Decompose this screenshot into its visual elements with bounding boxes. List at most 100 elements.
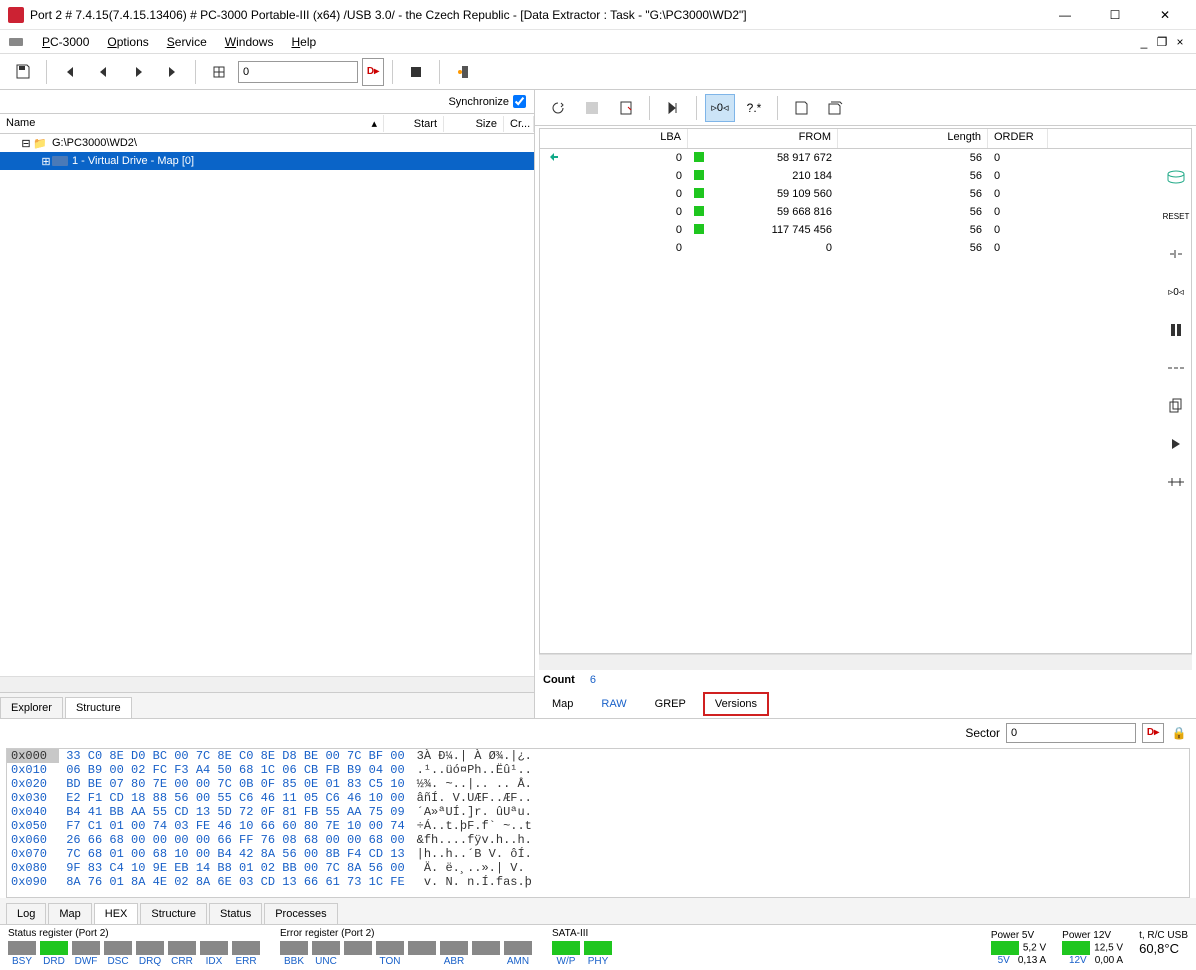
next-button[interactable]: [123, 58, 153, 86]
reset-icon[interactable]: RESET: [1162, 202, 1190, 230]
rtable-hscroll[interactable]: [539, 654, 1192, 670]
toolbar-offset-input[interactable]: [238, 61, 358, 83]
btab-log[interactable]: Log: [6, 903, 46, 924]
col-length[interactable]: Length: [838, 129, 988, 148]
save-button[interactable]: [8, 58, 38, 86]
copy-icon[interactable]: [1162, 392, 1190, 420]
menu-app-icon: [8, 34, 24, 50]
refresh-button[interactable]: [543, 94, 573, 122]
table-row[interactable]: 0 210 184 56 0: [540, 167, 1191, 185]
connector2-icon[interactable]: [1162, 354, 1190, 382]
btab-status[interactable]: Status: [209, 903, 262, 924]
prev-button[interactable]: [89, 58, 119, 86]
table-row[interactable]: 0 59 109 560 56 0: [540, 185, 1191, 203]
col-from[interactable]: FROM: [688, 129, 838, 148]
last-button[interactable]: [157, 58, 187, 86]
first-button[interactable]: [55, 58, 85, 86]
stop-button[interactable]: [401, 58, 431, 86]
maximize-button[interactable]: ☐: [1092, 1, 1138, 29]
main-area: Synchronize Name▴ Start Size Cr... ⊟ 📁 G…: [0, 90, 1196, 718]
table-row[interactable]: 0 59 668 816 56 0: [540, 203, 1191, 221]
menu-windows[interactable]: Windows: [217, 32, 282, 52]
tree-col-size[interactable]: Size: [444, 116, 504, 132]
sync-checkbox[interactable]: [513, 95, 526, 108]
goto-button[interactable]: D▸: [362, 58, 384, 86]
tree-row-drive[interactable]: ⊞ 1 - Virtual Drive - Map [0]: [0, 152, 534, 170]
hex-row[interactable]: 0x040 B4 41 BB AA 55 CD 13 5D 72 0F 81 F…: [7, 805, 1189, 819]
btab-processes[interactable]: Processes: [264, 903, 337, 924]
hex-viewer[interactable]: 0x000 33 C0 8E D0 BC 00 7C 8E C0 8E D8 B…: [6, 748, 1190, 898]
tab-structure[interactable]: Structure: [65, 697, 132, 718]
export-button[interactable]: [611, 94, 641, 122]
tree-header: Name▴ Start Size Cr...: [0, 114, 534, 134]
mdi-minimize-icon[interactable]: _: [1136, 35, 1152, 49]
expand-icon[interactable]: ⊟: [20, 137, 32, 150]
table-row[interactable]: 0 117 745 456 56 0: [540, 221, 1191, 239]
zero2-icon[interactable]: ▹0◃: [1162, 278, 1190, 306]
lock-icon[interactable]: 🔒: [1170, 726, 1188, 740]
menu-pc3000[interactable]: PC-3000: [34, 32, 97, 52]
tab-map[interactable]: Map: [541, 693, 584, 715]
menu-help[interactable]: Help: [283, 32, 324, 52]
rtable-body[interactable]: 0 58 917 672 56 0 0 210 184 56 0 0 59 10…: [540, 149, 1191, 653]
connector1-icon[interactable]: [1162, 240, 1190, 268]
hex-row[interactable]: 0x010 06 B9 00 02 FC F3 A4 50 68 1C 06 C…: [7, 763, 1189, 777]
col-order[interactable]: ORDER: [988, 129, 1048, 148]
stop2-button[interactable]: [577, 94, 607, 122]
tree-hscroll[interactable]: [0, 676, 534, 692]
btab-map[interactable]: Map: [48, 903, 91, 924]
mdi-restore-icon[interactable]: ❐: [1154, 35, 1170, 49]
menubar: PC-3000 Options Service Windows Help _ ❐…: [0, 30, 1196, 54]
error-register: Error register (Port 2) BBKUNCTONABRAMN: [280, 928, 532, 967]
hex-row[interactable]: 0x080 9F 83 C4 10 9E EB 14 B8 01 02 BB 0…: [7, 861, 1189, 875]
btab-hex[interactable]: HEX: [94, 903, 139, 924]
play-icon[interactable]: [1162, 430, 1190, 458]
wildcard-button[interactable]: ?.*: [739, 94, 769, 122]
expand-icon[interactable]: ⊞: [40, 155, 52, 168]
sector-label: Sector: [965, 726, 1000, 740]
exit-button[interactable]: [448, 58, 478, 86]
register-BBK: BBK: [280, 941, 308, 967]
register-PHY: PHY: [584, 941, 612, 967]
saveall-button[interactable]: [820, 94, 850, 122]
sector-goto-button[interactable]: D▸: [1142, 723, 1164, 743]
col-lba[interactable]: LBA: [568, 129, 688, 148]
hex-row[interactable]: 0x030 E2 F1 CD 18 88 56 00 55 C6 46 11 0…: [7, 791, 1189, 805]
register-CRR: CRR: [168, 941, 196, 967]
sata-status: SATA-III W/PPHY: [552, 928, 612, 967]
tree-col-start[interactable]: Start: [384, 116, 444, 132]
grid-button[interactable]: [204, 58, 234, 86]
minimize-button[interactable]: —: [1042, 1, 1088, 29]
mdi-close-icon[interactable]: ×: [1172, 35, 1188, 49]
tab-grep[interactable]: GREP: [644, 693, 697, 715]
hex-row[interactable]: 0x000 33 C0 8E D0 BC 00 7C 8E C0 8E D8 B…: [7, 749, 1189, 763]
hex-row[interactable]: 0x020 BD BE 07 80 7E 00 00 7C 0B 0F 85 0…: [7, 777, 1189, 791]
hex-row[interactable]: 0x070 7C 68 01 00 68 10 00 B4 42 8A 56 0…: [7, 847, 1189, 861]
table-row[interactable]: 0 0 56 0: [540, 239, 1191, 257]
connector3-icon[interactable]: [1162, 468, 1190, 496]
tree-col-name[interactable]: Name▴: [0, 115, 384, 132]
close-button[interactable]: ✕: [1142, 1, 1188, 29]
pause-icon[interactable]: [1162, 316, 1190, 344]
hex-row[interactable]: 0x050 F7 C1 01 00 74 03 FE 46 10 66 60 8…: [7, 819, 1189, 833]
tab-versions[interactable]: Versions: [703, 692, 769, 716]
tree-body[interactable]: ⊟ 📁 G:\PC3000\WD2\ ⊞ 1 - Virtual Drive -…: [0, 134, 534, 676]
btab-structure[interactable]: Structure: [140, 903, 207, 924]
menu-options[interactable]: Options: [99, 32, 156, 52]
play-skip-button[interactable]: [658, 94, 688, 122]
app-icon: [8, 7, 24, 23]
zero-button[interactable]: ▹0◃: [705, 94, 735, 122]
tab-raw[interactable]: RAW: [590, 693, 637, 715]
table-row[interactable]: 0 58 917 672 56 0: [540, 149, 1191, 167]
menu-service[interactable]: Service: [159, 32, 215, 52]
hex-row[interactable]: 0x090 8A 76 01 8A 4E 02 8A 6E 03 CD 13 6…: [7, 875, 1189, 889]
tree-row-root[interactable]: ⊟ 📁 G:\PC3000\WD2\: [0, 134, 534, 152]
save2-button[interactable]: [786, 94, 816, 122]
register-DWF: DWF: [72, 941, 100, 967]
sector-input[interactable]: [1006, 723, 1136, 743]
drive-icon[interactable]: [1162, 164, 1190, 192]
hex-row[interactable]: 0x060 26 66 68 00 00 00 00 66 FF 76 08 6…: [7, 833, 1189, 847]
tab-explorer[interactable]: Explorer: [0, 697, 63, 718]
tree-col-cr[interactable]: Cr...: [504, 116, 534, 132]
sector-bar: Sector D▸ 🔒: [0, 718, 1196, 746]
